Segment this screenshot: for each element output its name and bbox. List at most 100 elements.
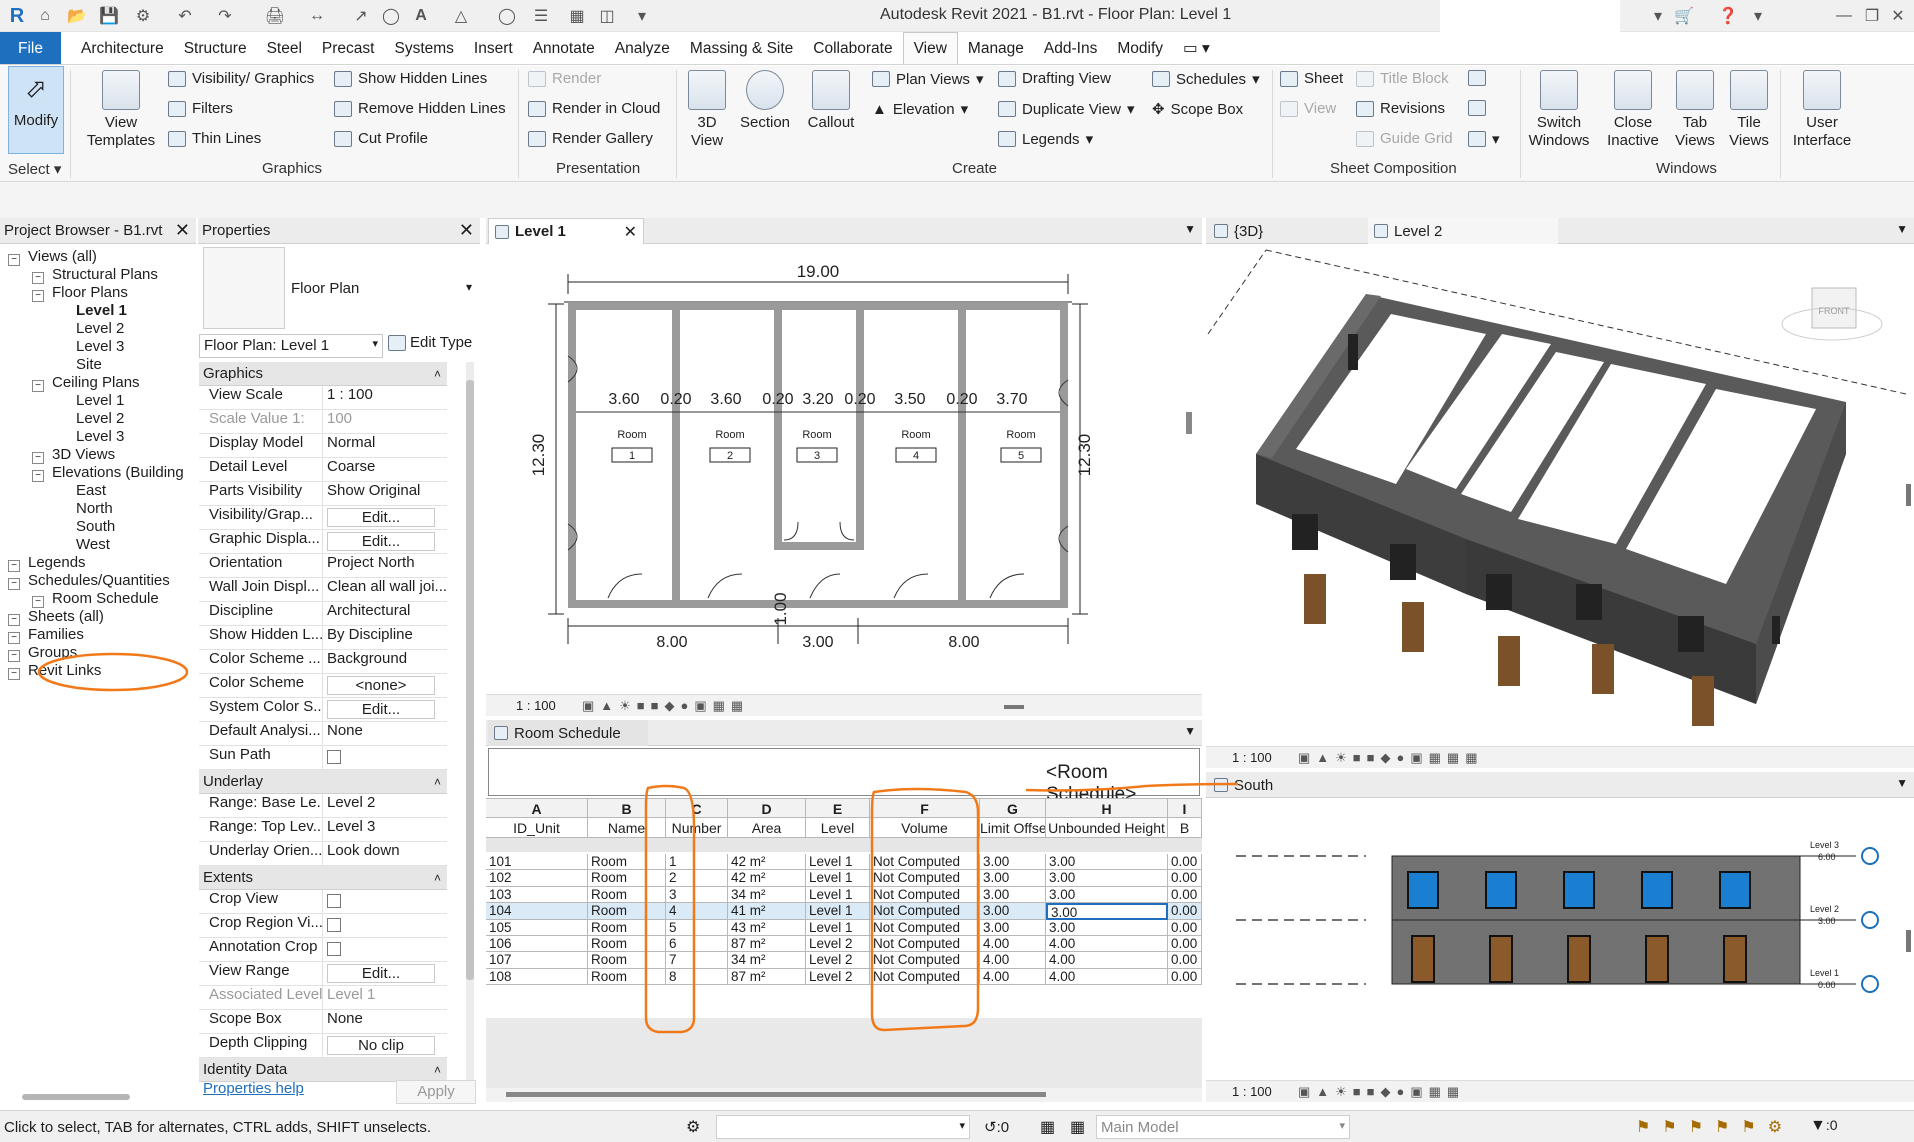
matchline-button[interactable] <box>1468 70 1486 86</box>
properties-scrollbar[interactable] <box>466 362 474 1080</box>
section-identity-data[interactable]: Identity Data ˄ <box>199 1058 447 1082</box>
browser-scrollbar[interactable] <box>22 1094 130 1100</box>
table-cell[interactable]: 0.00 <box>1168 919 1202 936</box>
tag-icon[interactable]: ◯ <box>380 5 402 27</box>
browser-item-legends[interactable]: − Legends <box>8 554 86 572</box>
view-control-icons[interactable]: ▣▲☀■■◆●▣▦▦ <box>1298 1084 1465 1100</box>
browser-item-room-schedule[interactable]: − Room Schedule <box>32 590 159 608</box>
table-cell[interactable]: Not Computed <box>870 854 980 871</box>
tab-analyze[interactable]: Analyze <box>605 32 680 64</box>
plan-h-scrollbar[interactable] <box>1004 705 1024 709</box>
tile-views-button[interactable]: Tile Views <box>1724 70 1774 150</box>
view-scale[interactable]: 1 : 100 <box>1232 1084 1272 1099</box>
filter-icon[interactable]: ▼:0 <box>1810 1117 1838 1135</box>
view-reference-button[interactable] <box>1468 100 1486 116</box>
3d-view-button[interactable]: 3D View <box>682 70 732 150</box>
browser-item-floor-plans[interactable]: − Floor Plans <box>32 284 128 302</box>
duplicate-view-button[interactable]: Duplicate View ▾ <box>998 100 1134 118</box>
table-cell[interactable]: 106 <box>486 936 588 953</box>
editable-icon[interactable]: ▦ <box>1040 1117 1055 1137</box>
table-cell[interactable]: Level 2 <box>806 968 870 986</box>
browser-item-3d-views[interactable]: −3D Views <box>32 446 115 464</box>
cart-icon[interactable]: 🛒 <box>1672 5 1696 27</box>
sheet-button[interactable]: Sheet <box>1280 70 1343 87</box>
section-extents[interactable]: Extents ˄ <box>199 866 447 890</box>
selection-toggle-icons[interactable]: ⚑⚑⚑⚑⚑⚙ <box>1636 1117 1794 1137</box>
browser-item-sheets-all-[interactable]: − Sheets (all) <box>8 608 104 626</box>
table-cell[interactable]: 3.00 <box>980 886 1046 904</box>
tab-manage[interactable]: Manage <box>958 32 1034 64</box>
tab-views-button[interactable]: Tab Views <box>1670 70 1720 150</box>
table-cell[interactable]: Level 1 <box>806 886 870 904</box>
room-tag-number[interactable]: 5 <box>1018 450 1024 462</box>
select-label[interactable]: Select ▾ <box>8 160 61 178</box>
view-cube[interactable]: FRONT <box>1781 287 1883 341</box>
design-option-dropdown[interactable]: Main Model ▾ <box>1096 1115 1350 1139</box>
browser-item-groups[interactable]: − Groups <box>8 644 77 662</box>
table-cell[interactable]: Room <box>588 936 666 953</box>
tab-steel[interactable]: Steel <box>257 32 312 64</box>
tab-annotate[interactable]: Annotate <box>523 32 605 64</box>
table-cell[interactable]: 0.00 <box>1168 854 1202 871</box>
level-name[interactable]: Level 1 <box>1810 968 1839 978</box>
level-head-icon[interactable] <box>1861 975 1879 993</box>
table-cell[interactable]: Not Computed <box>870 968 980 986</box>
table-cell[interactable]: 34 m² <box>728 886 806 904</box>
callout-button[interactable]: Callout <box>800 70 862 132</box>
table-cell[interactable]: Not Computed <box>870 886 980 904</box>
tab-massing-site[interactable]: Massing & Site <box>680 32 803 64</box>
south-canvas[interactable]: Level 3 6.00 Level 2 3.00 Level 1 0.00 <box>1206 798 1914 1080</box>
guide-grid-button[interactable]: Guide Grid <box>1356 130 1453 147</box>
table-cell[interactable]: 0.00 <box>1168 903 1202 920</box>
chevron-down-icon[interactable]: ▼ <box>1184 222 1196 236</box>
browser-item-level-3[interactable]: Level 3 <box>56 338 124 356</box>
table-cell[interactable]: 105 <box>486 919 588 936</box>
table-cell[interactable]: Not Computed <box>870 936 980 953</box>
column-letter[interactable]: I <box>1168 798 1202 818</box>
table-cell[interactable]: 0.00 <box>1168 952 1202 969</box>
tab-modify[interactable]: Modify <box>1107 32 1173 64</box>
column-header[interactable]: Area <box>728 818 806 838</box>
column-header[interactable]: Volume <box>870 818 980 838</box>
3d-v-scrollbar[interactable] <box>1906 484 1911 506</box>
table-cell[interactable]: 3.00 <box>980 870 1046 887</box>
checkbox[interactable] <box>327 942 341 956</box>
plan-canvas[interactable]: 19.00 12.30 12.30 1.00 3.60 0.20 3.60 0.20 3… <box>486 244 1202 694</box>
table-cell[interactable]: 87 m² <box>728 936 806 953</box>
table-cell[interactable]: 0.00 <box>1168 886 1202 904</box>
undo-icon[interactable]: ↶ <box>174 5 196 27</box>
visibility-graphics-button[interactable]: Visibility/ Graphics <box>168 70 314 87</box>
apply-button[interactable]: Apply <box>396 1080 476 1104</box>
table-cell[interactable]: 8 <box>666 968 728 986</box>
tab-level-1[interactable]: Level 1 ✕ <box>488 218 644 244</box>
table-cell[interactable]: 34 m² <box>728 952 806 969</box>
table-cell[interactable]: 87 m² <box>728 968 806 986</box>
column-letter[interactable]: A <box>486 798 588 818</box>
chevron-down-icon[interactable]: ▼ <box>1184 724 1196 738</box>
contextual-dropdown-icon[interactable]: ▭ ▾ <box>1173 32 1220 64</box>
title-block-button[interactable]: Title Block <box>1356 70 1449 87</box>
revisions-button[interactable]: Revisions <box>1356 100 1445 117</box>
column-letter[interactable]: E <box>806 798 870 818</box>
table-cell[interactable]: 3.00 <box>1046 870 1168 887</box>
browser-item-west[interactable]: West <box>56 536 110 554</box>
search-box[interactable] <box>1440 0 1620 32</box>
table-cell[interactable]: 107 <box>486 952 588 969</box>
modify-button[interactable]: ⬀ Modify <box>8 66 64 154</box>
tab-level-2[interactable]: Level 2 <box>1368 218 1558 244</box>
checkbox[interactable] <box>327 918 341 932</box>
open-icon[interactable]: 📂 <box>66 5 88 27</box>
close-hidden-icon[interactable]: ▦ <box>566 5 588 27</box>
table-cell[interactable]: 5 <box>666 919 728 936</box>
thin-lines-icon[interactable]: ☰ <box>530 5 552 27</box>
column-letter[interactable]: C <box>666 798 728 818</box>
table-cell[interactable]: 41 m² <box>728 903 806 920</box>
tab-precast[interactable]: Precast <box>312 32 385 64</box>
help-dropdown-icon[interactable]: ▾ <box>1750 5 1766 27</box>
column-header[interactable]: Level <box>806 818 870 838</box>
view-scale[interactable]: 1 : 100 <box>1232 750 1272 765</box>
redo-icon[interactable]: ↷ <box>214 5 236 27</box>
render-gallery-button[interactable]: Render Gallery <box>528 130 653 147</box>
switch-windows-button[interactable]: Switch Windows <box>1524 70 1594 150</box>
column-letter[interactable]: D <box>728 798 806 818</box>
